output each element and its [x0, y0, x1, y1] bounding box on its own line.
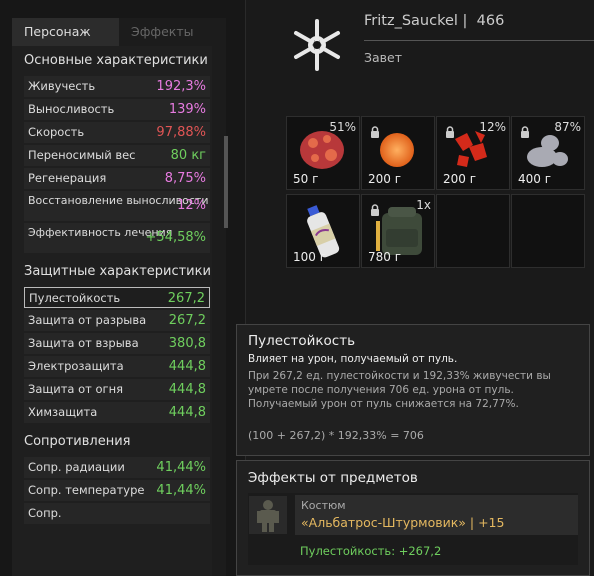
stat-name: Химзащита — [28, 405, 98, 419]
stat-value: +54,58% — [145, 230, 206, 245]
stat-value: 12% — [177, 198, 206, 213]
lock-icon — [370, 201, 380, 220]
item-weight: 200 г — [443, 172, 477, 186]
stat-row[interactable]: Эффективность лечения +54,58% — [24, 223, 210, 253]
stat-row[interactable]: Защита от разрыва 267,2 — [24, 310, 210, 331]
basic-stats: Живучесть 192,3% Выносливость 139% Скорость 9… — [12, 76, 212, 253]
stat-name: Регенерация — [28, 171, 107, 185]
item-durability: 1x — [416, 198, 431, 212]
section-protective: Защитные характеристики — [12, 257, 212, 287]
lock-icon — [520, 123, 530, 142]
lock-icon — [370, 123, 380, 142]
player-name: Fritz_Sauckel | 466 — [364, 13, 504, 29]
stat-value: 267,2 — [167, 291, 205, 306]
item-weight: 50 г — [293, 172, 319, 186]
item-type: Костюм — [301, 499, 346, 512]
item-effects-panel: Эффекты от предметов Костюм «Альбатрос-Ш… — [236, 460, 590, 576]
stats-scrollbar[interactable] — [224, 136, 228, 228]
stat-value: 267,2 — [168, 313, 206, 328]
inventory-slot[interactable]: 51% 50 г — [286, 116, 360, 190]
faction-logo-icon — [294, 19, 340, 71]
inventory-slot[interactable]: 87% 400 г — [511, 116, 585, 190]
inventory-slot[interactable]: 1x 780 г — [361, 194, 435, 268]
stat-tooltip: Пулестойкость Влияет на урон, получаемый… — [236, 324, 590, 456]
item-weight: 400 г — [518, 172, 552, 186]
stat-value: 97,88% — [156, 125, 206, 140]
stat-name: Защита от разрыва — [28, 313, 147, 327]
stat-name: Защита от огня — [28, 382, 124, 396]
item-durability: 51% — [329, 120, 356, 134]
stat-name: Переносимый вес — [28, 148, 136, 162]
stat-row[interactable]: Сопр. — [24, 503, 210, 524]
stat-value: 139% — [168, 102, 206, 117]
character-panel: Персонаж Эффекты Основные характеристики… — [12, 18, 228, 576]
inventory-slot[interactable]: 200 г — [361, 116, 435, 190]
stat-name: Живучесть — [28, 79, 96, 93]
effect-bonus: Пулестойкость: +267,2 — [300, 544, 442, 558]
player-level: 466 — [476, 13, 505, 29]
stat-value: 192,3% — [156, 79, 206, 94]
header-divider — [364, 40, 594, 41]
stat-row[interactable]: Восстановление выносливости 12% — [24, 191, 210, 221]
stat-value: 444,8 — [168, 405, 206, 420]
stat-name: Пулестойкость — [29, 291, 121, 305]
tab-character[interactable]: Персонаж — [12, 18, 119, 46]
protective-stats: Пулестойкость 267,2 Защита от разрыва 267,2… — [12, 287, 212, 423]
stat-value: 41,44% — [156, 483, 206, 498]
effect-item-info: Костюм «Альбатрос-Штурмовик» | +15 — [295, 495, 578, 535]
item-weight: 780 г — [368, 250, 402, 264]
stat-name: Сопр. радиации — [28, 460, 125, 474]
stat-value: 380,8 — [168, 336, 206, 351]
stat-row[interactable]: Скорость 97,88% — [24, 122, 210, 143]
stat-row[interactable]: Сопр. температуре 41,44% — [24, 480, 210, 501]
stat-name: Электрозащита — [28, 359, 124, 373]
effects-title: Эффекты от предметов — [248, 470, 418, 486]
item-durability: 12% — [479, 120, 506, 134]
tooltip-detail: При 267,2 ед. пулестойкости и 192,33% жи… — [248, 370, 551, 410]
stat-value: 8,75% — [164, 171, 206, 186]
item-weight: 200 г — [368, 172, 402, 186]
panel-tabs: Персонаж Эффекты — [12, 18, 226, 46]
tooltip-formula: (100 + 267,2) * 192,33% = 706 — [248, 429, 424, 442]
stat-name: Скорость — [28, 125, 85, 139]
stat-row[interactable]: Защита от огня 444,8 — [24, 379, 210, 400]
stat-value: 80 кг — [170, 148, 206, 163]
stat-name: Сопр. температуре — [28, 483, 145, 497]
stat-row[interactable]: Пулестойкость 267,2 — [24, 287, 210, 308]
item-name: «Альбатрос-Штурмовик» | +15 — [301, 515, 505, 530]
item-weight: 100 г — [293, 250, 327, 264]
stat-value: 444,8 — [168, 359, 206, 374]
player-nickname: Fritz_Sauckel | — [364, 13, 468, 29]
inventory-slot[interactable] — [436, 194, 510, 268]
tooltip-title: Пулестойкость — [248, 333, 356, 349]
inventory-slot[interactable]: 100 г — [286, 194, 360, 268]
tab-effects[interactable]: Эффекты — [119, 18, 226, 46]
section-resist: Сопротивления — [12, 427, 212, 457]
inventory-slot[interactable]: 12% 200 г — [436, 116, 510, 190]
tooltip-description: Влияет на урон, получаемый от пуль. — [248, 353, 458, 365]
lock-icon — [445, 123, 455, 142]
stat-row[interactable]: Переносимый вес 80 кг — [24, 145, 210, 166]
stat-row[interactable]: Живучесть 192,3% — [24, 76, 210, 97]
inventory-slot[interactable] — [511, 194, 585, 268]
stat-name: Сопр. — [28, 506, 62, 520]
stat-name: Выносливость — [28, 102, 115, 116]
resist-stats: Сопр. радиации 41,44% Сопр. температуре 41,… — [12, 457, 212, 524]
stat-row[interactable]: Химзащита 444,8 — [24, 402, 210, 423]
section-basic: Основные характеристики — [12, 46, 212, 76]
stat-row[interactable]: Сопр. радиации 41,44% — [24, 457, 210, 478]
stat-value: 41,44% — [156, 460, 206, 475]
stat-row[interactable]: Электрозащита 444,8 — [24, 356, 210, 377]
stat-row[interactable]: Защита от взрыва 380,8 — [24, 333, 210, 354]
stats-list: Основные характеристики Живучесть 192,3% В… — [12, 46, 212, 576]
effect-entry[interactable]: Костюм «Альбатрос-Штурмовик» | +15 Пулес… — [248, 493, 578, 565]
stat-value: 444,8 — [168, 382, 206, 397]
suit-icon — [249, 496, 287, 534]
item-durability: 87% — [554, 120, 581, 134]
faction-name: Завет — [364, 50, 403, 65]
stat-name: Защита от взрыва — [28, 336, 139, 350]
stat-row[interactable]: Выносливость 139% — [24, 99, 210, 120]
stat-row[interactable]: Регенерация 8,75% — [24, 168, 210, 189]
